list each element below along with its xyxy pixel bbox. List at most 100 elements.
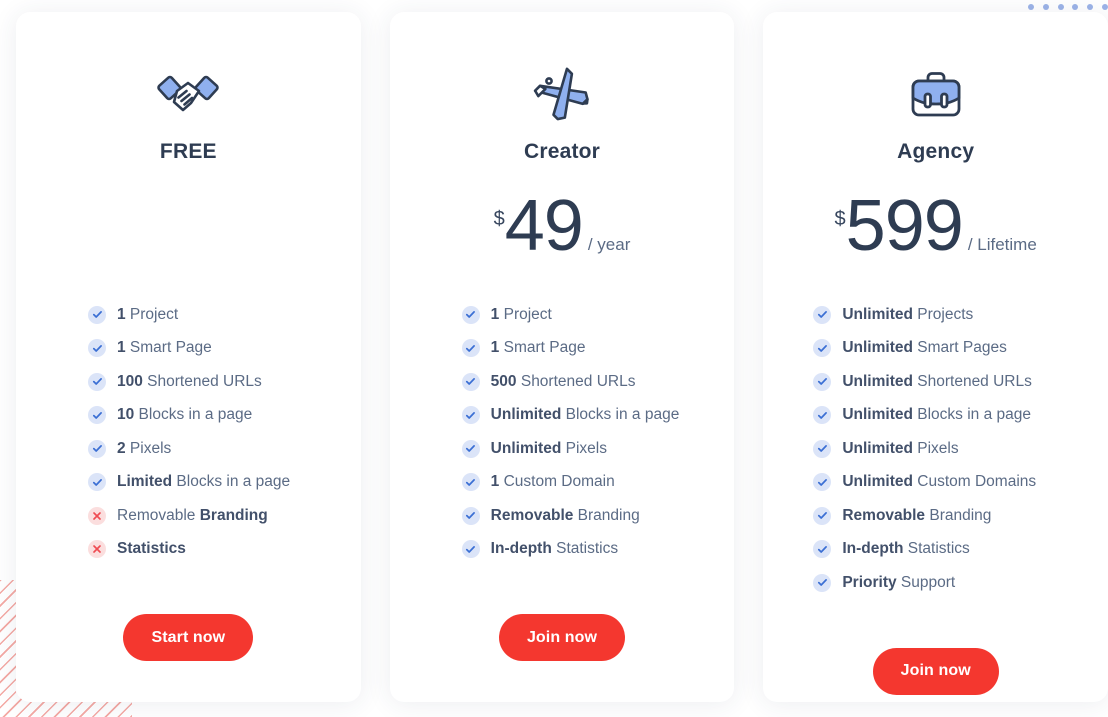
price-currency: $: [493, 208, 505, 230]
feature-item: 1 Smart Page: [88, 332, 361, 366]
feature-label: Limited Blocks in a page: [117, 473, 291, 491]
feature-label: Priority Support: [842, 573, 956, 591]
cta-area: Start now: [16, 614, 361, 661]
price-period: / year: [587, 235, 631, 254]
check-icon: [813, 573, 832, 592]
check-icon: [813, 473, 832, 492]
check-icon: [461, 406, 480, 425]
feature-label: In-depth Statistics: [842, 540, 970, 558]
start-now-button[interactable]: Start now: [123, 614, 254, 661]
feature-item: In-depth Statistics: [813, 533, 1108, 567]
check-icon: [461, 473, 480, 492]
feature-item: 100 Shortened URLs: [88, 365, 361, 399]
price-amount: 599: [845, 186, 964, 266]
feature-label: 1 Project: [117, 305, 179, 323]
plan-card-creator[interactable]: Creator $ 49 / year 1 Project 1 Smart Pag…: [389, 12, 735, 702]
feature-label: Statistics: [117, 540, 186, 558]
feature-item: Unlimited Shortened URLs: [813, 365, 1108, 399]
briefcase-icon: [906, 64, 966, 126]
feature-list: Unlimited Projects Unlimited Smart Pages U…: [763, 298, 1108, 600]
feature-item: Unlimited Custom Domains: [813, 466, 1108, 500]
feature-item: Unlimited Projects: [813, 298, 1108, 332]
feature-item: Unlimited Pixels: [813, 432, 1108, 466]
feature-item: Unlimited Pixels: [461, 432, 735, 466]
feature-label: Unlimited Smart Pages: [842, 339, 1007, 357]
check-icon: [88, 406, 106, 425]
check-icon: [813, 540, 832, 559]
feature-item: 1 Project: [88, 298, 361, 332]
feature-label: Unlimited Pixels: [490, 439, 607, 457]
feature-label: Unlimited Pixels: [842, 439, 959, 457]
feature-item: 1 Project: [461, 298, 735, 332]
feature-label: Removable Branding: [490, 506, 640, 524]
feature-item: Unlimited Blocks in a page: [461, 399, 735, 433]
feature-label: 10 Blocks in a page: [117, 406, 253, 424]
feature-label: 1 Custom Domain: [490, 473, 615, 491]
join-now-button[interactable]: Join now: [498, 614, 626, 661]
plan-price: $ 599 / Lifetime: [835, 190, 1037, 276]
feature-label: 1 Smart Page: [490, 339, 586, 357]
feature-item: Unlimited Blocks in a page: [813, 399, 1108, 433]
feature-label: 100 Shortened URLs: [117, 372, 262, 390]
feature-label: 1 Smart Page: [117, 339, 212, 357]
price-amount: 49: [504, 186, 584, 266]
pricing-plans-container: FREE 1 Project 1 Smart Page 100 Shortened …: [0, 0, 1108, 717]
feature-label: Removable Branding: [117, 506, 268, 524]
check-icon: [461, 305, 480, 324]
plan-card-agency[interactable]: Agency $ 599 / Lifetime Unlimited Projec…: [763, 12, 1108, 702]
handshake-icon: [157, 64, 220, 126]
check-icon: [813, 305, 832, 324]
check-icon: [88, 439, 106, 458]
check-icon: [88, 339, 106, 358]
feature-item: 10 Blocks in a page: [88, 399, 361, 433]
feature-list: 1 Project 1 Smart Page 100 Shortened URLs 1…: [16, 298, 361, 566]
pencil-pen-icon: [533, 64, 591, 126]
feature-item: 1 Smart Page: [461, 332, 735, 366]
check-icon: [88, 305, 106, 324]
feature-label: Unlimited Custom Domains: [842, 473, 1037, 491]
cross-icon: [88, 540, 106, 559]
feature-item: 500 Shortened URLs: [461, 365, 735, 399]
feature-label: 2 Pixels: [117, 439, 172, 457]
feature-label: 500 Shortened URLs: [490, 372, 636, 390]
feature-item: 1 Custom Domain: [461, 466, 735, 500]
feature-item: Unlimited Smart Pages: [813, 332, 1108, 366]
feature-item: In-depth Statistics: [461, 533, 735, 567]
feature-item: Limited Blocks in a page: [88, 466, 361, 500]
check-icon: [88, 372, 106, 391]
check-icon: [461, 540, 480, 559]
plan-title: Agency: [897, 140, 975, 163]
feature-item: Removable Branding: [461, 499, 735, 533]
feature-label: Unlimited Blocks in a page: [490, 406, 680, 424]
check-icon: [88, 473, 106, 492]
plan-card-free[interactable]: FREE 1 Project 1 Smart Page 100 Shortened …: [16, 12, 361, 702]
check-icon: [813, 339, 832, 358]
cta-area: Join now: [390, 614, 735, 661]
feature-label: Removable Branding: [842, 506, 992, 524]
check-icon: [461, 506, 480, 525]
feature-item: Statistics: [88, 533, 361, 567]
feature-item: 2 Pixels: [88, 432, 361, 466]
feature-label: In-depth Statistics: [490, 540, 619, 558]
check-icon: [461, 339, 480, 358]
feature-item: Priority Support: [813, 566, 1108, 600]
feature-label: 1 Project: [490, 305, 552, 323]
check-icon: [461, 439, 480, 458]
check-icon: [461, 372, 480, 391]
feature-label: Unlimited Shortened URLs: [842, 372, 1032, 390]
feature-label: Unlimited Blocks in a page: [842, 406, 1032, 424]
cta-area: Join now: [763, 647, 1108, 695]
feature-list: 1 Project 1 Smart Page 500 Shortened URLs U…: [390, 298, 735, 566]
plan-title: FREE: [159, 140, 217, 163]
check-icon: [813, 406, 832, 425]
plan-price: $ 49 / year: [494, 190, 631, 276]
check-icon: [813, 506, 832, 525]
check-icon: [813, 372, 832, 391]
feature-item: Removable Branding: [88, 499, 361, 533]
cross-icon: [88, 506, 106, 525]
feature-item: Removable Branding: [813, 499, 1108, 533]
join-now-button[interactable]: Join now: [872, 647, 999, 695]
price-currency: $: [834, 208, 846, 230]
price-period: / Lifetime: [967, 235, 1037, 254]
plan-title: Creator: [523, 140, 601, 163]
